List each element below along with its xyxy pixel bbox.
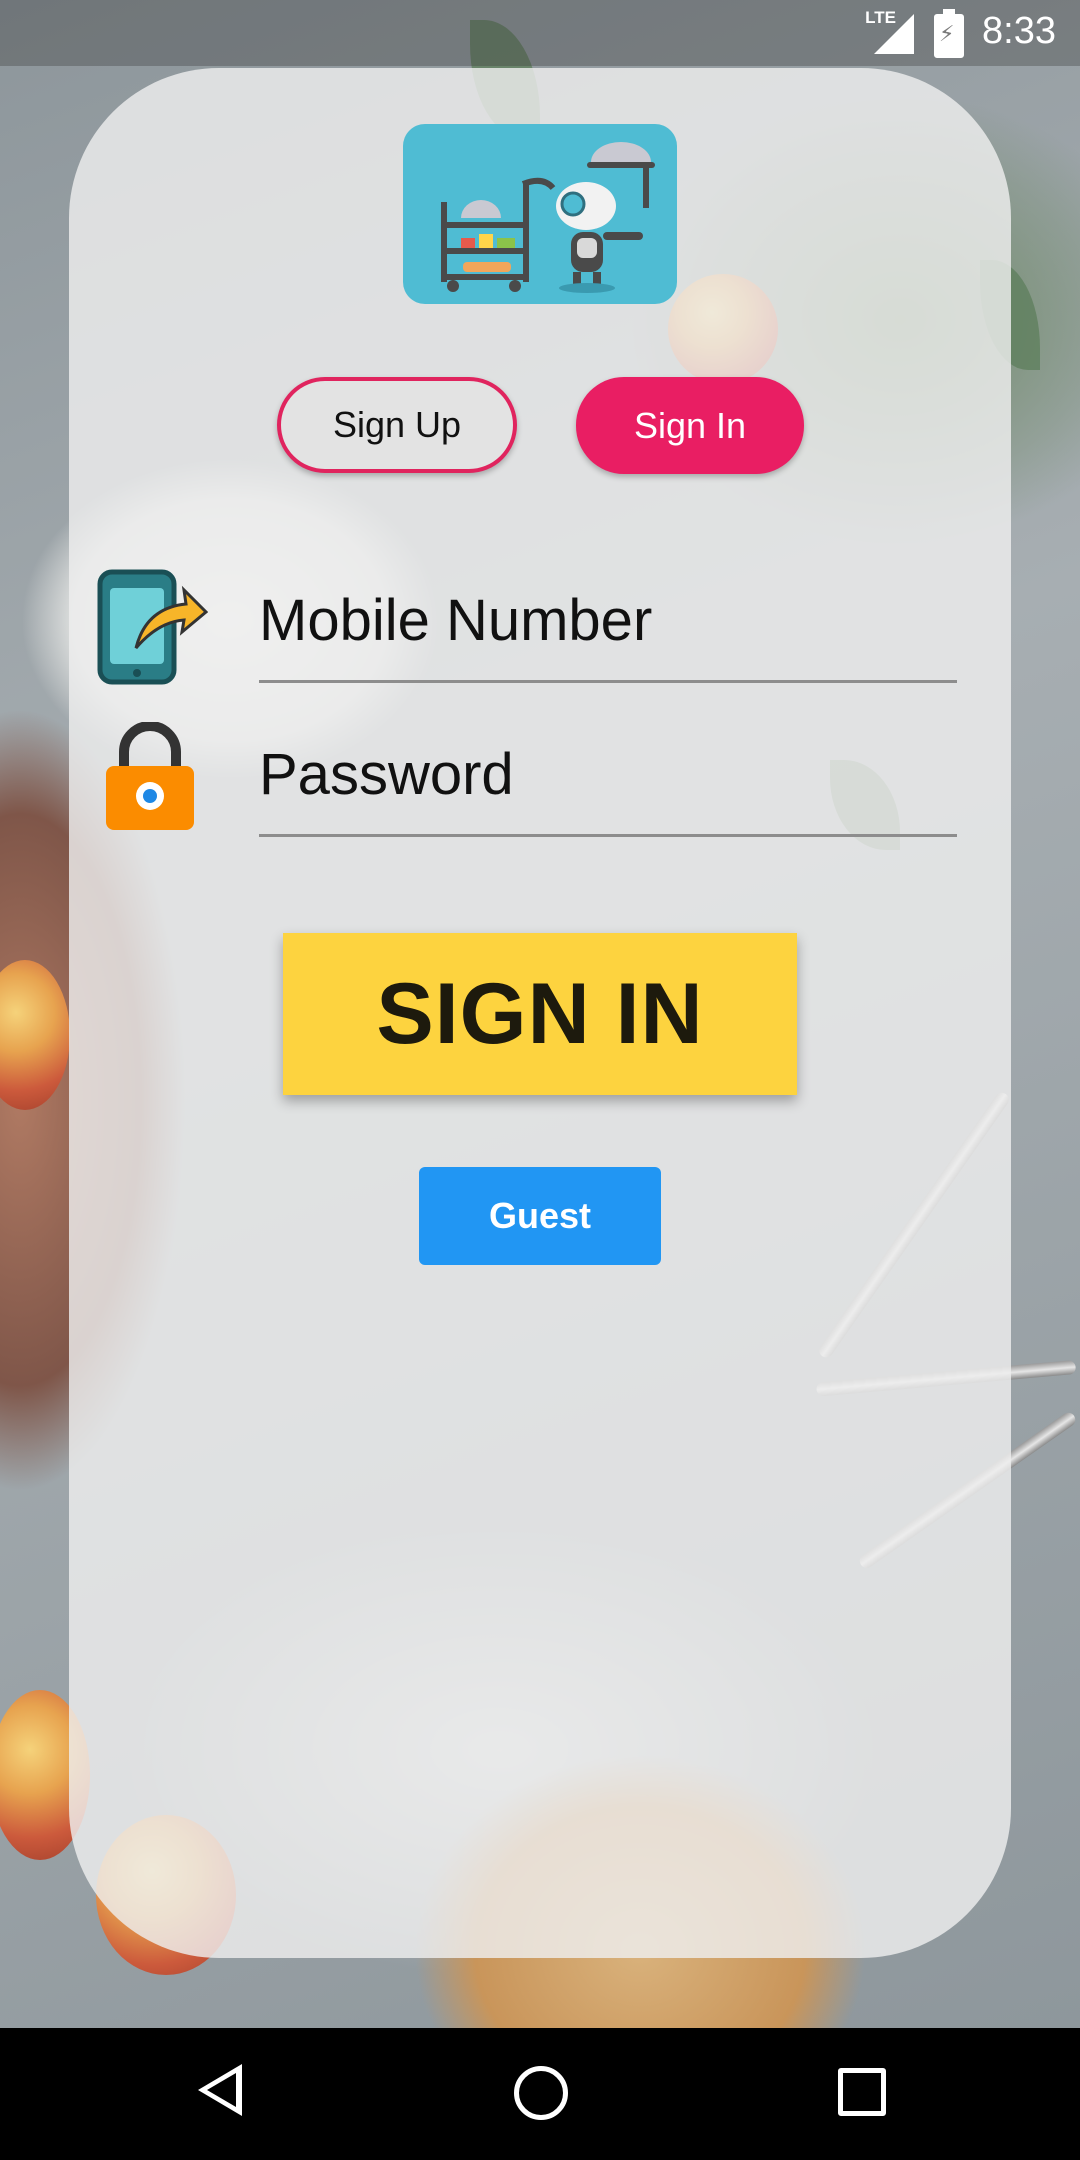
password-field[interactable]: Password bbox=[259, 714, 957, 837]
restaurant-robot-logo-icon bbox=[403, 124, 677, 304]
padlock-icon bbox=[102, 721, 198, 832]
status-time: 8:33 bbox=[982, 10, 1056, 52]
password-placeholder: Password bbox=[259, 741, 514, 807]
navigation-bar bbox=[0, 2028, 1080, 2160]
guest-button[interactable]: Guest bbox=[419, 1167, 661, 1265]
signal-icon bbox=[874, 14, 914, 54]
recents-icon[interactable] bbox=[838, 2068, 886, 2116]
signup-tab-button[interactable]: Sign Up bbox=[277, 377, 517, 473]
screen: LTE 8:33 bbox=[0, 0, 1080, 2160]
home-icon[interactable] bbox=[514, 2066, 568, 2120]
back-icon[interactable] bbox=[198, 2064, 242, 2116]
mobile-number-field[interactable]: Mobile Number bbox=[259, 560, 957, 683]
mobile-number-placeholder: Mobile Number bbox=[259, 587, 653, 653]
phone-share-icon bbox=[96, 568, 209, 686]
signin-tab-button[interactable]: Sign In bbox=[576, 377, 804, 474]
signin-button[interactable]: SIGN IN bbox=[283, 933, 797, 1095]
battery-charging-icon bbox=[934, 9, 964, 58]
status-bar: LTE 8:33 bbox=[0, 0, 1080, 66]
apple-decoration bbox=[0, 960, 70, 1110]
